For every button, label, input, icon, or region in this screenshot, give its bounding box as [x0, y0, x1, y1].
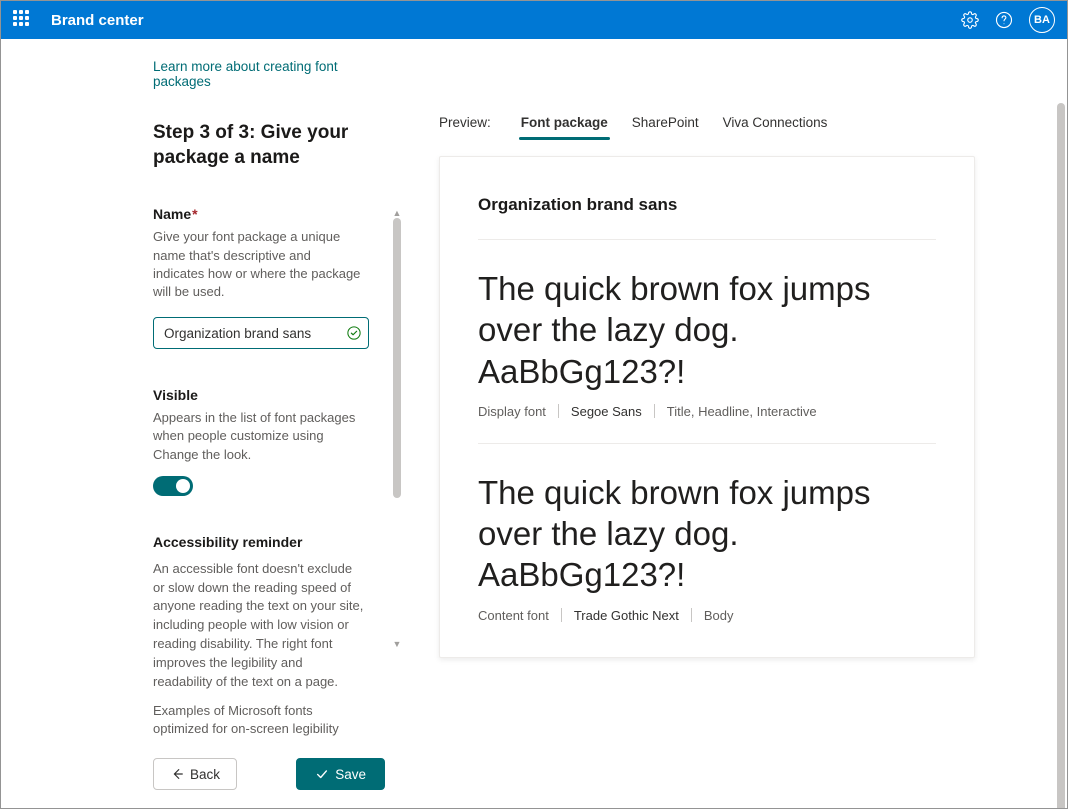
- name-help: Give your font package a unique name tha…: [153, 228, 365, 301]
- help-icon[interactable]: [995, 11, 1013, 29]
- visible-help: Appears in the list of font packages whe…: [153, 409, 365, 464]
- name-input[interactable]: [153, 317, 369, 349]
- preview-label: Preview:: [439, 115, 491, 130]
- display-sample-text: The quick brown fox jumps over the lazy …: [478, 268, 936, 392]
- scroll-up-icon[interactable]: ▲: [393, 209, 401, 218]
- tab-sharepoint[interactable]: SharePoint: [630, 107, 701, 138]
- page-scrollbar[interactable]: [1055, 79, 1065, 806]
- left-scrollbar[interactable]: ▲ ▼: [393, 209, 401, 649]
- step-heading: Step 3 of 3: Give your package a name: [153, 121, 365, 170]
- preview-card: Organization brand sans The quick brown …: [439, 156, 975, 658]
- accessibility-para-2: Examples of Microsoft fonts optimized fo…: [153, 702, 365, 740]
- preview-tabs: Preview: Font package SharePoint Viva Co…: [439, 107, 1067, 138]
- arrow-left-icon: [170, 767, 184, 781]
- accessibility-para-1: An accessible font doesn't exclude or sl…: [153, 560, 365, 692]
- content-sample-text: The quick brown fox jumps over the lazy …: [478, 472, 936, 596]
- gear-icon[interactable]: [961, 11, 979, 29]
- content-font-meta: Content font Trade Gothic Next Body: [478, 608, 936, 623]
- visible-toggle[interactable]: [153, 476, 193, 496]
- waffle-icon[interactable]: [13, 10, 33, 30]
- back-button[interactable]: Back: [153, 758, 237, 790]
- preview-package-name: Organization brand sans: [478, 195, 936, 215]
- accessibility-label: Accessibility reminder: [153, 534, 365, 550]
- left-panel: Learn more about creating font packages …: [1, 39, 401, 808]
- scroll-down-icon[interactable]: ▼: [393, 640, 401, 649]
- visible-label: Visible: [153, 387, 365, 403]
- avatar[interactable]: BA: [1029, 7, 1055, 33]
- app-header: Brand center BA: [1, 1, 1067, 39]
- name-label: Name*: [153, 206, 365, 222]
- check-icon: [315, 767, 329, 781]
- save-button[interactable]: Save: [296, 758, 385, 790]
- tab-font-package[interactable]: Font package: [519, 107, 610, 138]
- display-font-meta: Display font Segoe Sans Title, Headline,…: [478, 404, 936, 419]
- check-circle-icon: [347, 326, 361, 340]
- right-panel: Preview: Font package SharePoint Viva Co…: [401, 39, 1067, 808]
- tab-viva-connections[interactable]: Viva Connections: [721, 107, 830, 138]
- app-title: Brand center: [51, 12, 953, 29]
- learn-more-link[interactable]: Learn more about creating font packages: [153, 59, 365, 89]
